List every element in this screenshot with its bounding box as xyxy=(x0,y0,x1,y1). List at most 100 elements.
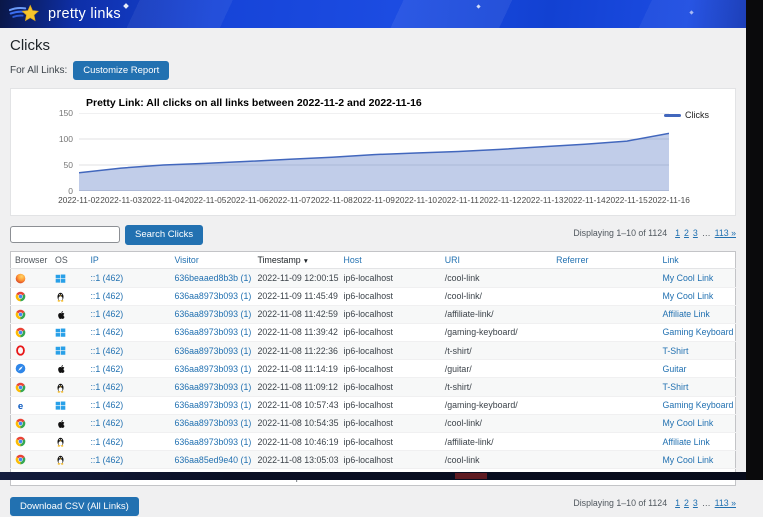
pretty-link-link[interactable]: Gaming Keyboard xyxy=(662,400,733,410)
referrer-cell xyxy=(552,414,658,432)
visitor-link[interactable]: 636aa85ed9e40 (1) xyxy=(174,455,251,465)
download-csv-button[interactable]: Download CSV (All Links) xyxy=(10,497,139,516)
column-header-link[interactable]: Link xyxy=(658,252,735,269)
referrer-cell xyxy=(552,378,658,396)
ip-link[interactable]: ::1 (462) xyxy=(90,364,123,374)
visitor-link[interactable]: 636aa8973b093 (1) xyxy=(174,364,251,374)
pagination-ellipsis: … xyxy=(702,228,711,238)
ip-link[interactable]: ::1 (462) xyxy=(90,309,123,319)
ip-cell: ::1 (462) xyxy=(86,451,170,469)
pretty-link-link[interactable]: Guitar xyxy=(662,364,686,374)
os-cell xyxy=(51,360,86,378)
taskbar-strip xyxy=(0,472,763,480)
column-header-timestamp[interactable]: Timestamp▼ xyxy=(253,252,339,269)
chrome-icon xyxy=(15,382,26,393)
visitor-link[interactable]: 636aa8973b093 (1) xyxy=(174,437,251,447)
last-page-link[interactable]: 113 » xyxy=(715,498,736,508)
ip-cell: ::1 (462) xyxy=(86,414,170,432)
link-cell: Gaming Keyboard xyxy=(658,396,735,414)
pretty-link-link[interactable]: My Cool Link xyxy=(662,418,713,428)
table-row: ::1 (462) 636aa85ed9e40 (1)2022-11-08 13:… xyxy=(11,451,736,469)
pretty-link-link[interactable]: Affiliate Link xyxy=(662,309,709,319)
browser-cell xyxy=(11,323,52,341)
host-cell: ip6-localhost xyxy=(340,432,441,450)
page-2-link[interactable]: 2 xyxy=(684,228,689,238)
table-row: e::1 (462)636aa8973b093 (1)2022-11-08 10… xyxy=(11,396,736,414)
x-tick-label: 2022-11-13 xyxy=(522,195,564,205)
visitor-link[interactable]: 636aa8973b093 (1) xyxy=(174,291,251,301)
opera-icon xyxy=(15,345,26,356)
browser-cell xyxy=(11,305,52,323)
pretty-link-link[interactable]: My Cool Link xyxy=(662,273,713,283)
page-2-link[interactable]: 2 xyxy=(684,498,689,508)
ip-cell: ::1 (462) xyxy=(86,342,170,360)
ip-link[interactable]: ::1 (462) xyxy=(90,455,123,465)
customize-report-button[interactable]: Customize Report xyxy=(73,61,169,80)
pretty-link-link[interactable]: My Cool Link xyxy=(662,291,713,301)
last-page-link[interactable]: 113 » xyxy=(715,228,736,238)
page-1-link[interactable]: 1 xyxy=(675,498,680,508)
chrome-icon xyxy=(15,309,26,320)
pretty-link-link[interactable]: Affiliate Link xyxy=(662,437,709,447)
search-clicks-button[interactable]: Search Clicks xyxy=(125,225,203,244)
visitor-link[interactable]: 636aa8973b093 (1) xyxy=(174,418,251,428)
ip-link[interactable]: ::1 (462) xyxy=(90,418,123,428)
column-header-referrer[interactable]: Referrer xyxy=(552,252,658,269)
visitor-cell: 636aa8973b093 (1) xyxy=(170,414,253,432)
star-swoosh-icon xyxy=(9,2,43,25)
x-tick-label: 2022-11-11 xyxy=(438,195,479,205)
pagination-summary: Displaying 1–10 of 1124 xyxy=(573,498,667,508)
visitor-link[interactable]: 636aa8973b093 (1) xyxy=(174,327,251,337)
table-row: ::1 (462) 636aa8973b093 (1)2022-11-08 10:… xyxy=(11,414,736,432)
column-header-uri[interactable]: URI xyxy=(441,252,552,269)
visitor-link[interactable]: 636aa8973b093 (1) xyxy=(174,382,251,392)
link-cell: My Cool Link xyxy=(658,414,735,432)
pagination-bottom: Displaying 1–10 of 1124123…113 » xyxy=(573,498,736,508)
link-cell: Guitar xyxy=(658,360,735,378)
ip-link[interactable]: ::1 (462) xyxy=(90,437,123,447)
safari-icon xyxy=(15,363,26,374)
table-row: ::1 (462)636aa8973b093 (1)2022-11-08 11:… xyxy=(11,305,736,323)
ip-link[interactable]: ::1 (462) xyxy=(90,346,123,356)
column-header-ip[interactable]: IP xyxy=(86,252,170,269)
clicks-table: BrowserOSIPVisitorTimestamp▼HostURIRefer… xyxy=(10,251,736,486)
ip-link[interactable]: ::1 (462) xyxy=(90,273,123,283)
pretty-link-link[interactable]: T-Shirt xyxy=(662,382,688,392)
visitor-link[interactable]: 636aa8973b093 (1) xyxy=(174,400,251,410)
timestamp-cell: 2022-11-08 13:05:03 xyxy=(253,451,339,469)
host-cell: ip6-localhost xyxy=(340,414,441,432)
ip-cell: ::1 (462) xyxy=(86,323,170,341)
search-input[interactable] xyxy=(10,226,120,243)
column-header-visitor[interactable]: Visitor xyxy=(170,252,253,269)
timestamp-cell: 2022-11-08 11:22:36 xyxy=(253,342,339,360)
windows-icon xyxy=(55,400,66,411)
visitor-cell: 636beaaed8b3b (1) xyxy=(170,269,253,287)
visitor-link[interactable]: 636beaaed8b3b (1) xyxy=(174,273,251,283)
host-cell: ip6-localhost xyxy=(340,269,441,287)
visitor-link[interactable]: 636aa8973b093 (1) xyxy=(174,309,251,319)
ip-link[interactable]: ::1 (462) xyxy=(90,291,123,301)
referrer-cell xyxy=(552,269,658,287)
ip-link[interactable]: ::1 (462) xyxy=(90,400,123,410)
pretty-link-link[interactable]: T-Shirt xyxy=(662,346,688,356)
ip-link[interactable]: ::1 (462) xyxy=(90,327,123,337)
x-tick-label: 2022-11-03 xyxy=(100,195,142,205)
column-header-host[interactable]: Host xyxy=(340,252,441,269)
page-1-link[interactable]: 1 xyxy=(675,228,680,238)
x-tick-label: 2022-11-02 xyxy=(58,195,100,205)
visitor-link[interactable]: 636aa8973b093 (1) xyxy=(174,346,251,356)
page-3-link[interactable]: 3 xyxy=(693,498,698,508)
pretty-link-link[interactable]: Gaming Keyboard xyxy=(662,327,733,337)
uri-cell: /cool-link xyxy=(441,269,552,287)
timestamp-cell: 2022-11-08 10:54:35 xyxy=(253,414,339,432)
pretty-link-link[interactable]: My Cool Link xyxy=(662,455,713,465)
table-row: ::1 (462) 636aa8973b093 (1)2022-11-08 11:… xyxy=(11,342,736,360)
legend-swatch-icon xyxy=(664,114,681,117)
table-row: ::1 (462)636aa8973b093 (1)2022-11-08 11:… xyxy=(11,323,736,341)
windows-icon xyxy=(55,327,66,338)
visitor-cell: 636aa8973b093 (1) xyxy=(170,360,253,378)
page-3-link[interactable]: 3 xyxy=(693,228,698,238)
screen: pretty links Clicks For All Links: Custo… xyxy=(0,0,763,517)
ip-link[interactable]: ::1 (462) xyxy=(90,382,123,392)
visitor-cell: 636aa8973b093 (1) xyxy=(170,396,253,414)
